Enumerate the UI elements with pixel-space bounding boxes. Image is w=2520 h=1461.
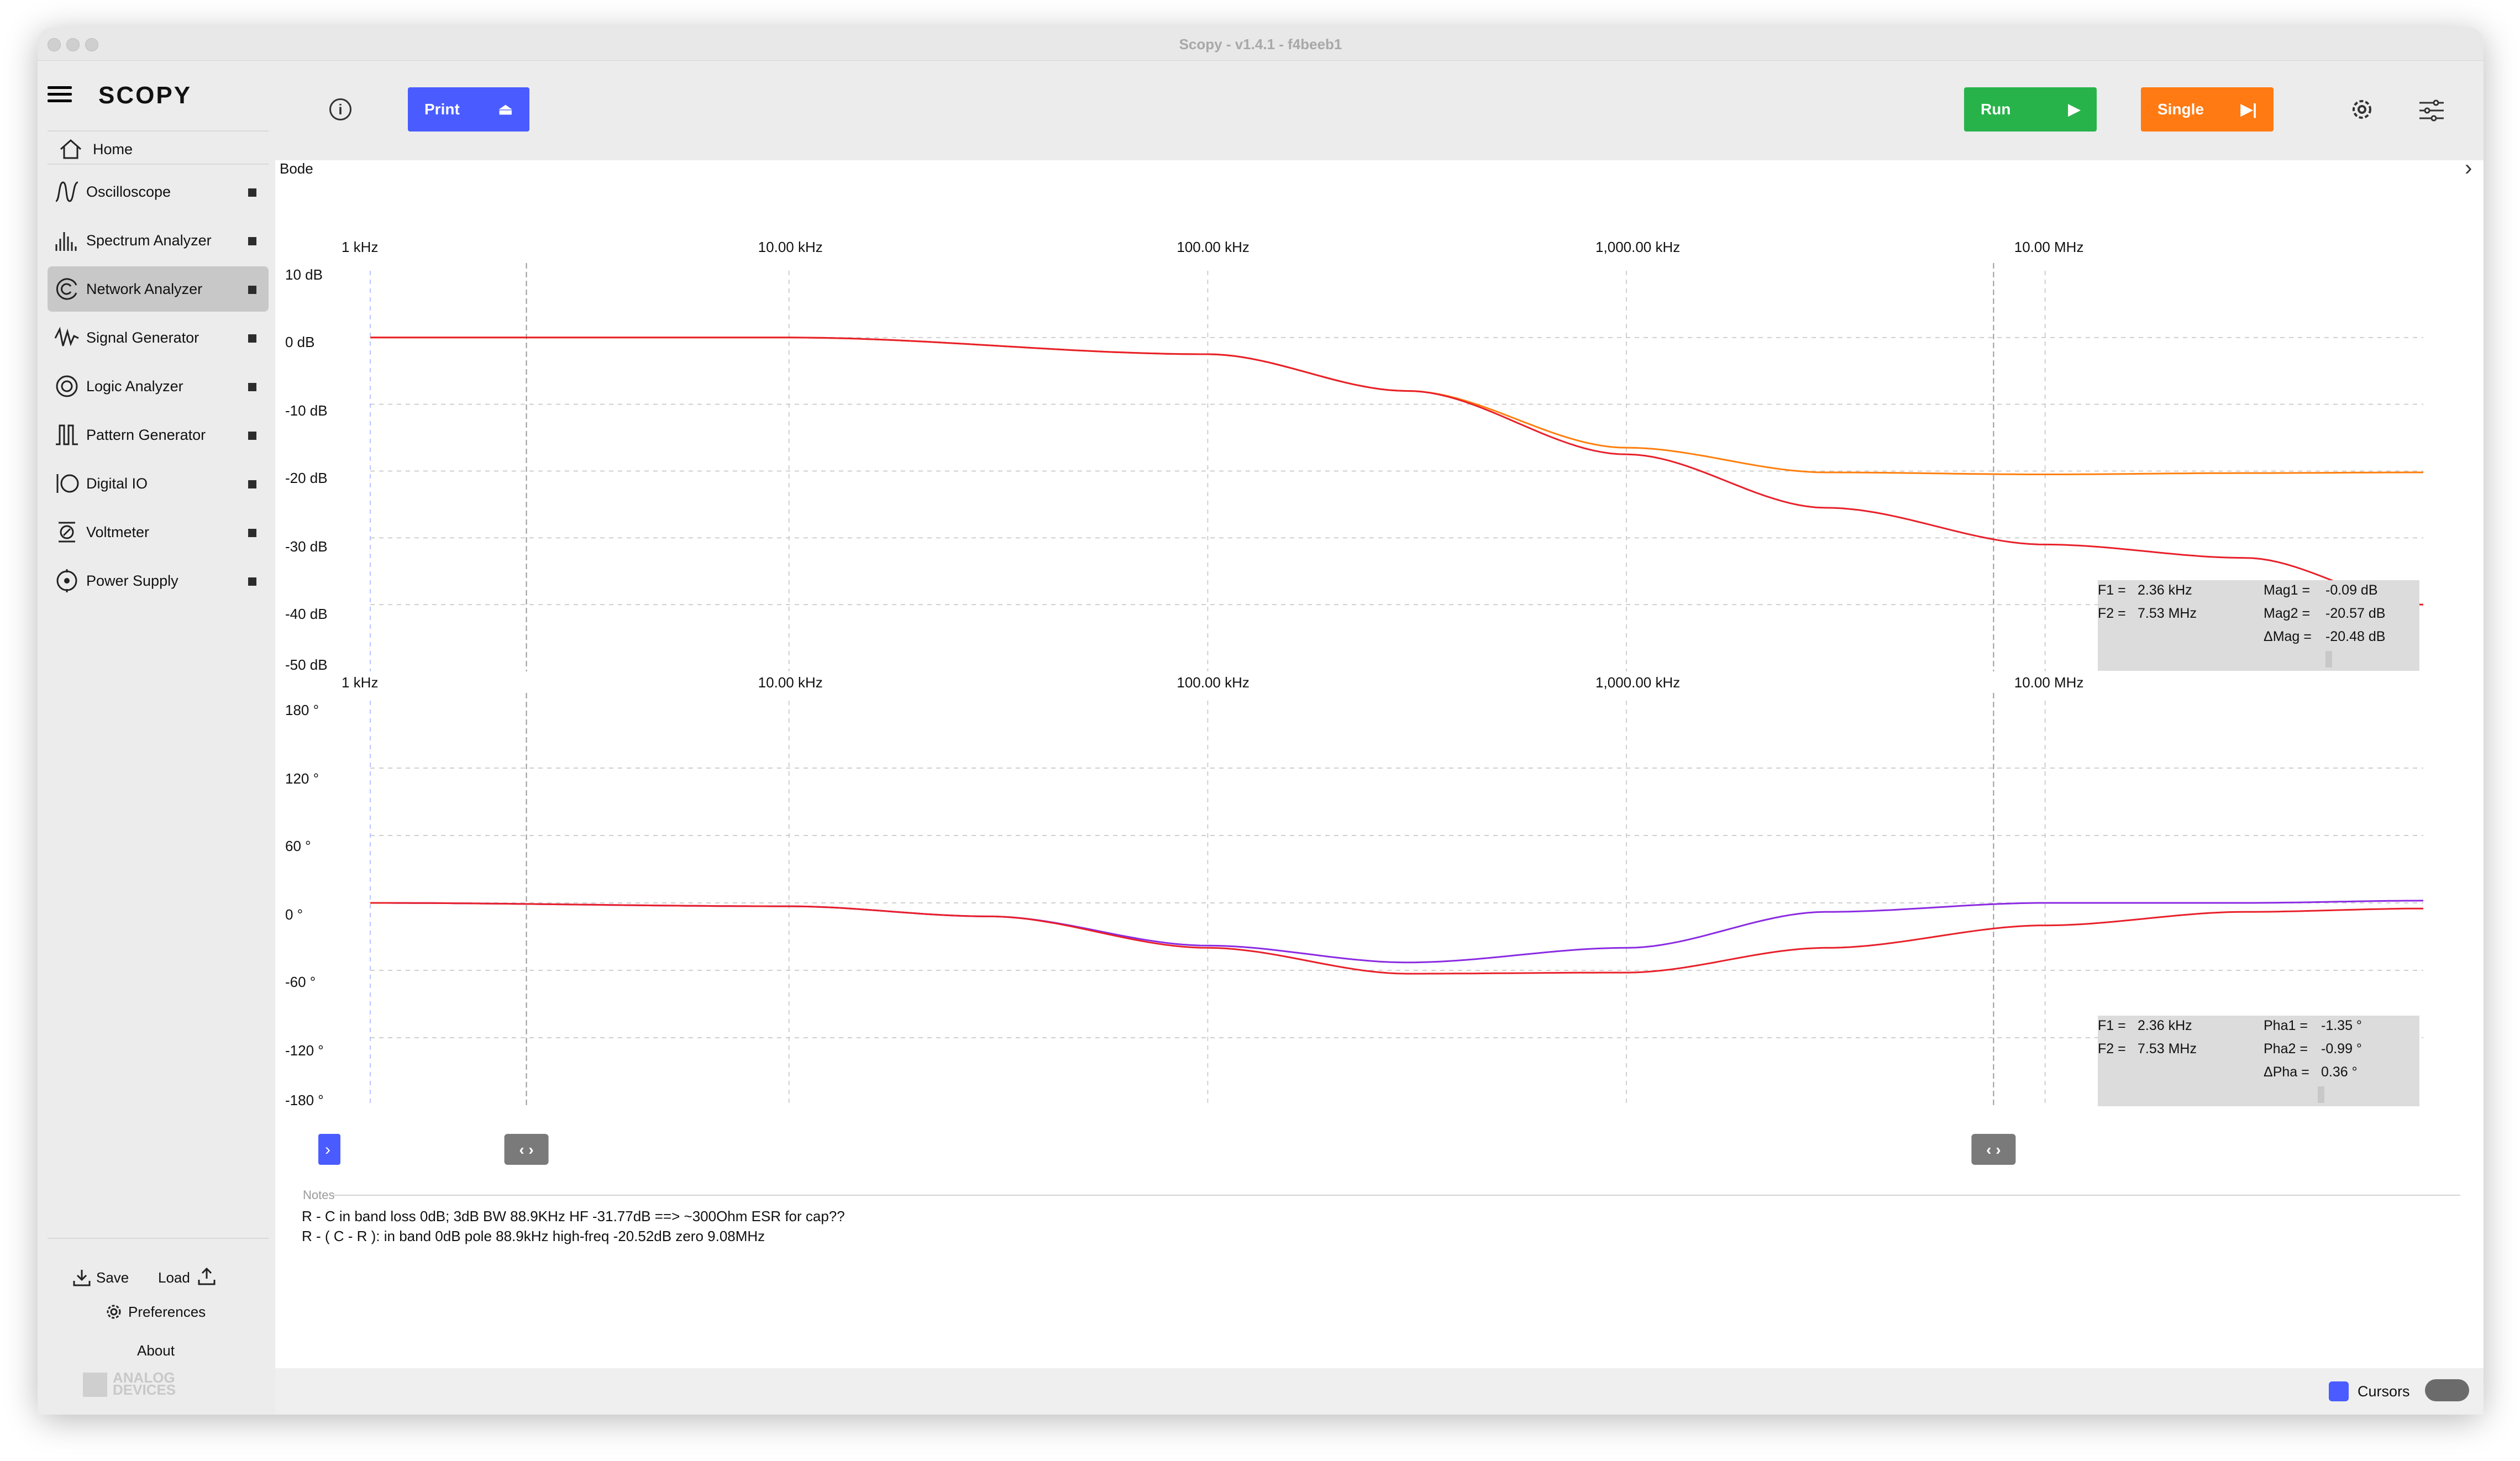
phase-y-tick-label: -60 °	[285, 974, 316, 990]
notes-divider	[332, 1195, 2460, 1196]
readout-f1-value: 2.36 kHz	[2138, 582, 2192, 598]
phase-y-tick-label: -120 °	[285, 1042, 324, 1059]
readout-f1-label: F1 =	[2098, 582, 2126, 598]
readout-f2-value: 7.53 MHz	[2138, 1041, 2197, 1057]
phase-freq-tick-label: 10.00 kHz	[758, 674, 823, 691]
magnitude-y-tick-label: -10 dB	[285, 402, 328, 419]
readout-f2-value: 7.53 MHz	[2138, 606, 2197, 621]
readout-pha2-value: -0.99 °	[2321, 1041, 2362, 1057]
readout-grip[interactable]	[2318, 1086, 2324, 1103]
magnitude-y-tick-label: -30 dB	[285, 538, 328, 555]
readout-dpha-label: ΔPha =	[2264, 1064, 2309, 1080]
readout-mag2-value: -20.57 dB	[2325, 606, 2386, 621]
desktop: Scopy - v1.4.1 - f4beeb1 SCOPY Home Osci…	[0, 0, 2520, 1461]
drag-handle-icon: ‹ ›	[1986, 1141, 2001, 1158]
phase-y-tick-label: -180 °	[285, 1092, 324, 1108]
readout-dmag-label: ΔMag =	[2264, 629, 2312, 644]
notes-title: Notes	[303, 1188, 335, 1202]
readout-dpha-value: 0.36 °	[2321, 1064, 2358, 1080]
readout-f1-label: F1 =	[2098, 1018, 2126, 1033]
phase-y-tick-label: 0 °	[285, 906, 303, 923]
phase-y-tick-label: 120 °	[285, 770, 319, 787]
cursors-toggle[interactable]	[2425, 1379, 2469, 1401]
readout-mag1-label: Mag1 =	[2264, 582, 2311, 598]
readout-mag2-label: Mag2 =	[2264, 606, 2311, 621]
cursors-checkbox[interactable]	[2329, 1381, 2349, 1401]
magnitude-y-tick-label: 10 dB	[285, 266, 323, 283]
magnitude-freq-tick-label: 10.00 kHz	[758, 239, 823, 255]
phase-y-tick-label: 60 °	[285, 838, 311, 854]
phase-freq-tick-label: 10.00 MHz	[2014, 674, 2084, 691]
readout-f1-value: 2.36 kHz	[2138, 1018, 2192, 1033]
readout-pha1-value: -1.35 °	[2321, 1018, 2362, 1033]
readout-grip[interactable]	[2325, 651, 2332, 668]
phase-freq-tick-label: 1 kHz	[342, 674, 378, 691]
cursors-label: Cursors	[2358, 1383, 2410, 1400]
phase-y-tick-label: 180 °	[285, 702, 319, 718]
magnitude-freq-tick-label: 100.00 kHz	[1177, 239, 1250, 255]
phase-series-line-0	[370, 900, 2424, 964]
drag-handle-icon: ‹ ›	[519, 1141, 533, 1158]
readout-pha1-label: Pha1 =	[2264, 1018, 2308, 1033]
magnitude-cursor-readout: F1 = 2.36 kHz F2 = 7.53 MHz Mag1 = -0.09…	[2098, 580, 2419, 671]
readout-f2-label: F2 =	[2098, 606, 2126, 621]
readout-dmag-value: -20.48 dB	[2325, 629, 2386, 644]
magnitude-freq-tick-label: 10.00 MHz	[2014, 239, 2084, 255]
magnitude-freq-tick-label: 1,000.00 kHz	[1595, 239, 1680, 255]
phase-freq-tick-label: 1,000.00 kHz	[1595, 674, 1680, 691]
note-line[interactable]: R - ( C - R ): in band 0dB pole 88.9kHz …	[302, 1228, 765, 1245]
status-bar	[275, 1368, 2484, 1415]
note-line[interactable]: R - C in band loss 0dB; 3dB BW 88.9KHz H…	[302, 1208, 845, 1225]
magnitude-series-line-0	[370, 337, 2423, 475]
readout-f2-label: F2 =	[2098, 1041, 2126, 1057]
magnitude-y-tick-label: -20 dB	[285, 470, 328, 486]
phase-freq-tick-label: 100.00 kHz	[1177, 674, 1250, 691]
magnitude-freq-tick-label: 1 kHz	[342, 239, 378, 255]
magnitude-y-tick-label: -50 dB	[285, 656, 328, 673]
magnitude-y-tick-label: 0 dB	[285, 334, 315, 350]
readout-mag1-value: -0.09 dB	[2325, 582, 2378, 598]
chevron-right-icon: ›	[325, 1141, 330, 1159]
magnitude-y-tick-label: -40 dB	[285, 606, 328, 622]
readout-pha2-label: Pha2 =	[2264, 1041, 2308, 1057]
phase-cursor-readout: F1 = 2.36 kHz F2 = 7.53 MHz Pha1 = -1.35…	[2098, 1016, 2419, 1106]
